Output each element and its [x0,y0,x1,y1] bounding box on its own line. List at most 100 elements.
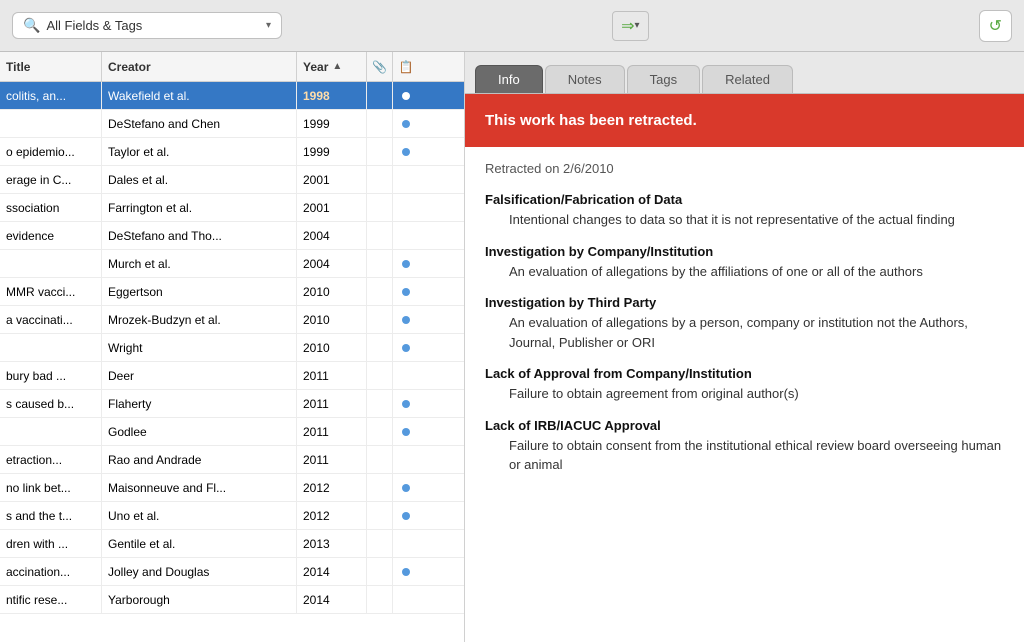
cell-title [0,418,102,445]
dot-indicator [402,400,410,408]
table-row[interactable]: dren with ... Gentile et al. 2013 [0,530,464,558]
cell-attachment [367,530,393,557]
cell-year: 2011 [297,418,367,445]
cell-creator: Yarborough [102,586,297,613]
retracted-banner: This work has been retracted. [465,94,1024,147]
cell-title: no link bet... [0,474,102,501]
cell-creator: Taylor et al. [102,138,297,165]
cell-creator: Jolley and Douglas [102,558,297,585]
table-row[interactable]: ssociation Farrington et al. 2001 [0,194,464,222]
table-body: colitis, an... Wakefield et al. 1998 DeS… [0,82,464,642]
cell-title: ntific rese... [0,586,102,613]
col-header-creator[interactable]: Creator [102,52,297,81]
cell-attachment [367,558,393,585]
table-row[interactable]: ntific rese... Yarborough 2014 [0,586,464,614]
dot-indicator [402,148,410,156]
cell-dot [393,222,419,249]
cell-creator: Godlee [102,418,297,445]
col-header-title[interactable]: Title [0,52,102,81]
table-row[interactable]: erage in C... Dales et al. 2001 [0,166,464,194]
sort-arrow-icon: ▲ [332,61,342,72]
cell-creator: DeStefano and Chen [102,110,297,137]
cell-dot [393,502,419,529]
cell-attachment [367,362,393,389]
cell-attachment [367,194,393,221]
table-header: Title Creator Year ▲ 📎 📋 [0,52,464,82]
cell-dot [393,306,419,333]
cell-creator: Farrington et al. [102,194,297,221]
table-row[interactable]: Wright 2010 [0,334,464,362]
table-row[interactable]: evidence DeStefano and Tho... 2004 [0,222,464,250]
search-field-value[interactable]: All Fields & Tags [46,18,260,33]
dot-indicator [402,428,410,436]
info-section-title: Investigation by Company/Institution [485,244,1004,259]
cell-year: 2010 [297,306,367,333]
search-dropdown-icon[interactable]: ▾ [266,20,271,31]
col-header-note: 📋 [393,52,419,81]
retracted-date: Retracted on 2/6/2010 [485,161,1004,176]
table-row[interactable]: DeStefano and Chen 1999 [0,110,464,138]
table-row[interactable]: a vaccinati... Mrozek-Budzyn et al. 2010 [0,306,464,334]
cell-creator: Wakefield et al. [102,82,297,109]
cell-year: 2013 [297,530,367,557]
cell-dot [393,446,419,473]
cell-creator: Mrozek-Budzyn et al. [102,306,297,333]
cell-creator: Flaherty [102,390,297,417]
table-row[interactable]: bury bad ... Deer 2011 [0,362,464,390]
cell-creator: Rao and Andrade [102,446,297,473]
refresh-button[interactable]: ↺ [979,10,1012,42]
table-row[interactable]: MMR vacci... Eggertson 2010 [0,278,464,306]
table-row[interactable]: Godlee 2011 [0,418,464,446]
cell-attachment [367,166,393,193]
info-section-body: Failure to obtain consent from the insti… [485,436,1004,475]
tab-notes[interactable]: Notes [545,65,625,93]
cell-year: 2004 [297,250,367,277]
table-row[interactable]: etraction... Rao and Andrade 2011 [0,446,464,474]
cell-attachment [367,250,393,277]
search-bar[interactable]: 🔍 All Fields & Tags ▾ [12,12,282,39]
cell-dot [393,558,419,585]
cell-year: 2001 [297,166,367,193]
cell-year: 2012 [297,474,367,501]
cell-title: s caused b... [0,390,102,417]
cell-title: ssociation [0,194,102,221]
info-section-body: Intentional changes to data so that it i… [485,210,1004,230]
cell-title: s and the t... [0,502,102,529]
info-section-body: Failure to obtain agreement from origina… [485,384,1004,404]
cell-creator: Eggertson [102,278,297,305]
dot-indicator [402,484,410,492]
table-row[interactable]: accination... Jolley and Douglas 2014 [0,558,464,586]
cell-attachment [367,446,393,473]
table-row[interactable]: no link bet... Maisonneuve and Fl... 201… [0,474,464,502]
table-row[interactable]: o epidemio... Taylor et al. 1999 [0,138,464,166]
tab-info[interactable]: Info [475,65,543,93]
cell-creator: Deer [102,362,297,389]
tab-tags[interactable]: Tags [627,65,700,93]
col-header-year[interactable]: Year ▲ [297,52,367,81]
tab-related[interactable]: Related [702,65,793,93]
cell-year: 2001 [297,194,367,221]
cell-title: accination... [0,558,102,585]
cell-year: 2010 [297,278,367,305]
cell-title: o epidemio... [0,138,102,165]
cell-year: 1999 [297,110,367,137]
nav-forward-button[interactable]: ⇒ ▾ [612,11,648,41]
cell-title: a vaccinati... [0,306,102,333]
table-row[interactable]: Murch et al. 2004 [0,250,464,278]
table-row[interactable]: s caused b... Flaherty 2011 [0,390,464,418]
cell-dot [393,418,419,445]
dot-indicator [402,512,410,520]
table-row[interactable]: s and the t... Uno et al. 2012 [0,502,464,530]
info-sections: Falsification/Fabrication of Data Intent… [485,192,1004,475]
info-section-body: An evaluation of allegations by a person… [485,313,1004,352]
forward-arrow-icon: ⇒ [621,16,634,36]
table-row[interactable]: colitis, an... Wakefield et al. 1998 [0,82,464,110]
dot-indicator [402,316,410,324]
cell-dot [393,194,419,221]
cell-creator: Murch et al. [102,250,297,277]
cell-title [0,110,102,137]
col-header-attachment: 📎 [367,52,393,81]
right-panel: InfoNotesTagsRelated This work has been … [465,52,1024,642]
cell-year: 2011 [297,446,367,473]
cell-attachment [367,334,393,361]
